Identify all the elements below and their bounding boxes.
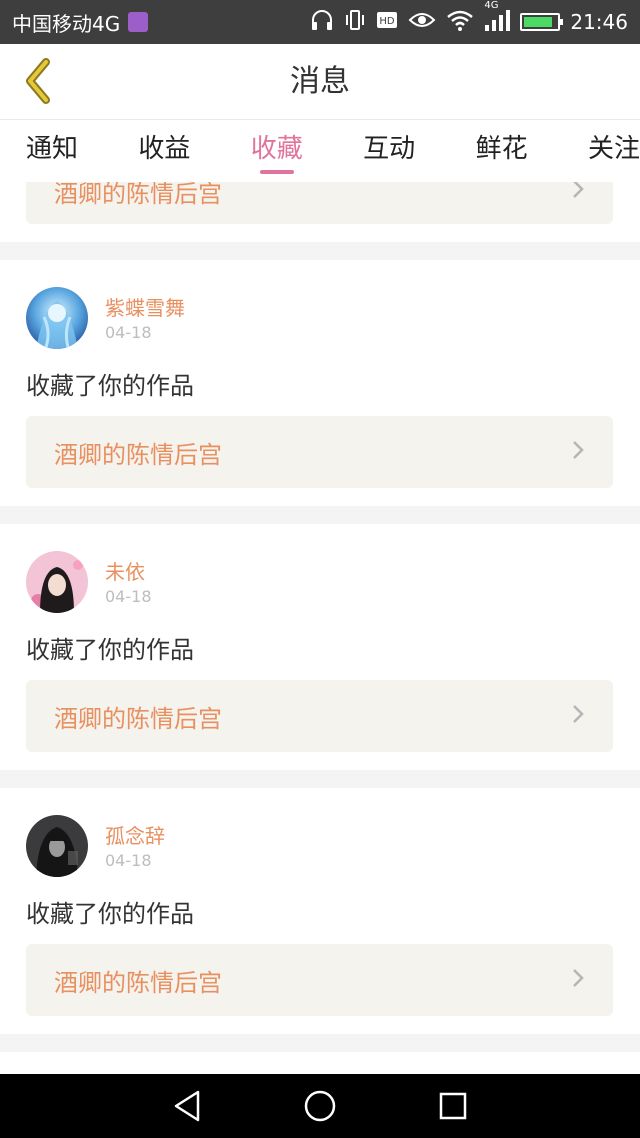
tab-4[interactable]: 鲜花 bbox=[476, 120, 528, 182]
tab-0[interactable]: 通知 bbox=[26, 120, 78, 182]
chevron-right-icon bbox=[571, 440, 585, 464]
system-nav-bar bbox=[0, 1074, 640, 1138]
vibrate-icon bbox=[344, 9, 366, 36]
timestamp: 04-18 bbox=[105, 851, 152, 870]
user-name[interactable]: 紫蝶雪舞 bbox=[105, 292, 185, 321]
nav-home-button[interactable] bbox=[290, 1076, 350, 1136]
work-title: 酒卿的陈情后宫 bbox=[54, 968, 222, 997]
list-item: 未依 04-18 收藏了你的作品酒卿的陈情后宫 bbox=[0, 524, 640, 770]
circle-home-icon bbox=[304, 1090, 336, 1122]
work-link[interactable]: 酒卿的陈情后宫 bbox=[26, 944, 613, 1016]
list-item-partial: 酒卿的陈情后宫 bbox=[0, 182, 640, 242]
user-name[interactable]: 未依 bbox=[105, 556, 145, 585]
tab-3[interactable]: 互动 bbox=[363, 120, 415, 182]
header: 消息 bbox=[0, 44, 640, 120]
active-tab-indicator bbox=[259, 170, 294, 174]
avatar[interactable] bbox=[26, 287, 88, 349]
svg-text:HD: HD bbox=[380, 16, 396, 27]
battery-icon bbox=[520, 13, 564, 31]
message-text: 收藏了你的作品 bbox=[26, 372, 194, 400]
timestamp: 04-18 bbox=[105, 323, 152, 342]
tab-2[interactable]: 收藏 bbox=[251, 120, 303, 182]
square-recents-icon bbox=[440, 1092, 467, 1120]
tab-label: 通知 bbox=[26, 134, 79, 164]
tab-5[interactable]: 关注 bbox=[588, 120, 640, 182]
work-link[interactable]: 酒卿的陈情后宫 bbox=[26, 182, 613, 224]
tab-bar: 通知 收益 收藏 互动 鲜花 关注 bbox=[0, 120, 640, 182]
battery-level bbox=[524, 17, 552, 27]
message-text: 收藏了你的作品 bbox=[26, 636, 194, 664]
avatar[interactable] bbox=[26, 551, 88, 613]
avatar[interactable] bbox=[26, 815, 88, 877]
list-item-partial bbox=[0, 1052, 640, 1074]
nav-back-button[interactable] bbox=[157, 1076, 217, 1136]
hd-icon: HD bbox=[376, 10, 398, 34]
carrier-label: 中国移动4G bbox=[12, 11, 121, 36]
list-item: 紫蝶雪舞 04-18 收藏了你的作品酒卿的陈情后宫 bbox=[0, 260, 640, 506]
signal-icon: 4G bbox=[484, 0, 511, 36]
page-title: 消息 bbox=[290, 64, 350, 99]
work-link[interactable]: 酒卿的陈情后宫 bbox=[26, 680, 613, 752]
work-title: 酒卿的陈情后宫 bbox=[54, 704, 222, 733]
message-text: 收藏了你的作品 bbox=[26, 900, 194, 928]
chevron-right-icon bbox=[571, 182, 585, 203]
list-item: 孤念辞 04-18 收藏了你的作品酒卿的陈情后宫 bbox=[0, 788, 640, 1034]
gallery-notification-icon bbox=[128, 12, 149, 32]
tab-label: 收藏 bbox=[250, 134, 303, 164]
wifi-icon bbox=[446, 9, 474, 36]
tab-1[interactable]: 收益 bbox=[138, 120, 190, 182]
chevron-right-icon bbox=[571, 968, 585, 992]
timestamp: 04-18 bbox=[105, 587, 152, 606]
tab-label: 互动 bbox=[363, 134, 416, 164]
tab-label: 收益 bbox=[138, 134, 191, 164]
triangle-back-icon bbox=[174, 1090, 199, 1122]
tab-label: 鲜花 bbox=[475, 134, 528, 164]
chevron-right-icon bbox=[571, 704, 585, 728]
nav-recents-button[interactable] bbox=[423, 1076, 483, 1136]
work-link[interactable]: 酒卿的陈情后宫 bbox=[26, 416, 613, 488]
chevron-left-icon bbox=[26, 58, 50, 104]
eye-icon bbox=[408, 10, 436, 35]
headphones-icon bbox=[310, 9, 334, 36]
work-title: 酒卿的陈情后宫 bbox=[54, 182, 222, 208]
back-button[interactable] bbox=[12, 56, 62, 106]
work-title: 酒卿的陈情后宫 bbox=[54, 440, 222, 469]
network-type-label: 4G bbox=[484, 0, 499, 11]
status-bar: 中国移动4G HD 4G 21:46 bbox=[0, 0, 640, 44]
clock: 21:46 bbox=[570, 10, 628, 34]
user-name[interactable]: 孤念辞 bbox=[105, 820, 165, 849]
tab-label: 关注 bbox=[587, 134, 640, 164]
message-list: 酒卿的陈情后宫 紫蝶雪舞 04-18 收藏了你的作品 酒卿的陈情后宫 未依 04-18 收藏… bbox=[0, 182, 640, 1074]
